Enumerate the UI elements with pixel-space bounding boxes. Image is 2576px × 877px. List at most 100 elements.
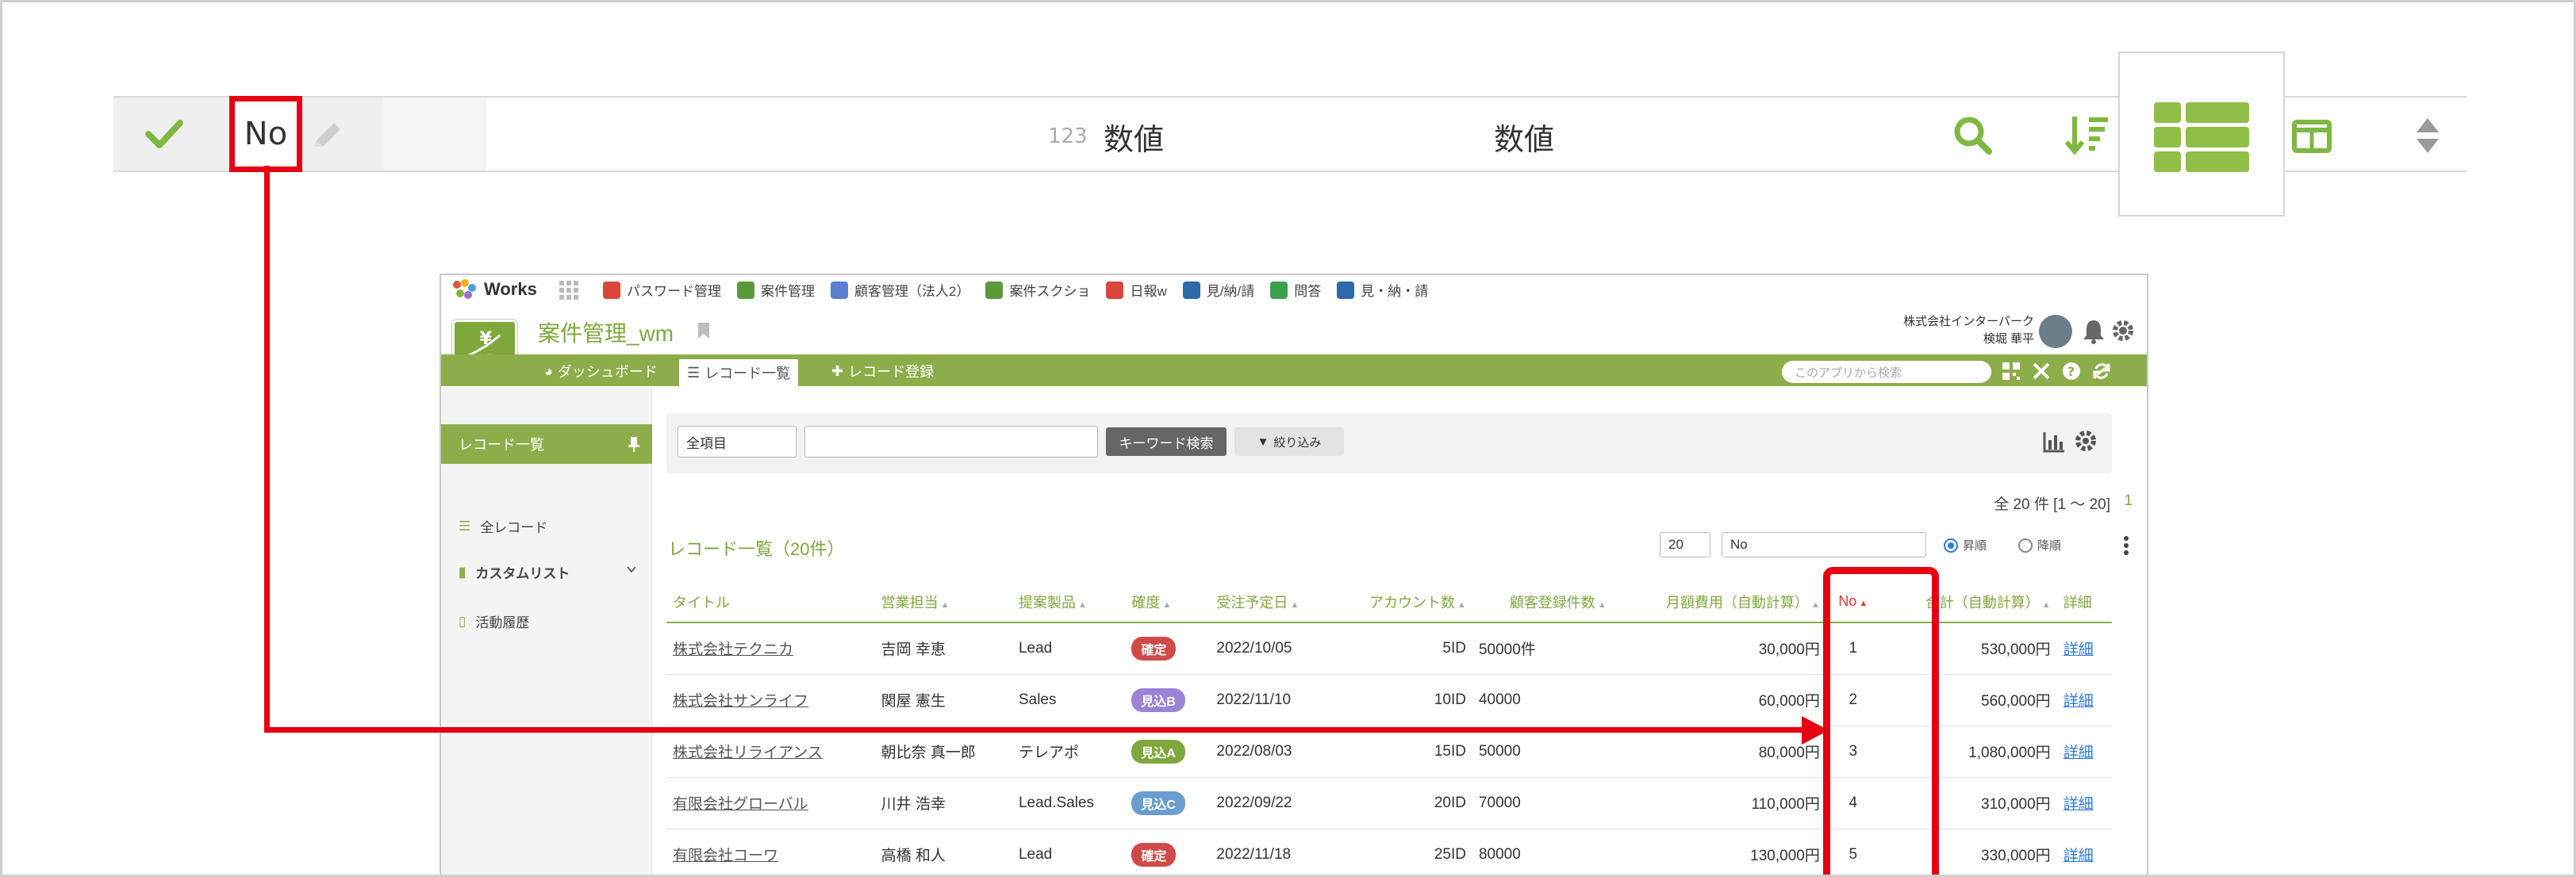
gear-icon[interactable] (2110, 318, 2136, 343)
column-header[interactable]: 月額費用（自動計算） ▲ (1612, 581, 1826, 623)
column-header[interactable]: タイトル (666, 581, 875, 623)
help-icon[interactable]: ? (2061, 361, 2082, 381)
works-logo-text: Works (484, 279, 537, 299)
app-tab-label: 問答 (1294, 284, 1322, 299)
app-tab-label: 案件スクショ (1009, 284, 1091, 299)
chart-icon[interactable] (2042, 431, 2066, 453)
column-header[interactable]: 受注予定日 ▲ (1210, 581, 1333, 623)
highlight-connector-horizontal (264, 727, 1805, 733)
bell-icon[interactable] (2082, 318, 2106, 345)
column-layout-icon[interactable] (2292, 120, 2332, 153)
keyword-search-button[interactable]: キーワード検索 (1106, 427, 1227, 456)
cell-detail[interactable]: 詳細 (2056, 777, 2112, 829)
chevron-down-icon[interactable] (626, 564, 637, 575)
cell-accounts: 20ID (1332, 777, 1472, 829)
sort-descending-icon[interactable] (2063, 112, 2111, 158)
cell-product: テレアポ (1012, 726, 1126, 778)
document-icon: ▮ (459, 564, 466, 580)
column-header-label: 顧客登録件数 (1509, 594, 1595, 611)
column-header[interactable]: 顧客登録件数 ▲ (1472, 581, 1613, 623)
field-select[interactable]: 全項目 (678, 426, 797, 458)
check-icon[interactable] (142, 112, 186, 156)
sync-icon[interactable] (2091, 361, 2112, 381)
sidebar-item-history[interactable]: ▯ 活動履歴 (459, 611, 529, 631)
app-tab-icon (1106, 281, 1124, 299)
cell-product: Lead (1012, 622, 1126, 675)
page-number[interactable]: 1 (2124, 492, 2133, 510)
bookmark-icon[interactable] (697, 321, 711, 340)
cell-detail[interactable]: 詳細 (2056, 674, 2112, 726)
cell-accounts: 10ID (1332, 674, 1472, 726)
app-tab[interactable]: パスワード管理 (603, 280, 721, 300)
gear-icon[interactable] (2074, 429, 2098, 453)
column-header-label: 合計（自動計算） (1925, 594, 2040, 611)
qr-code-icon[interactable] (2001, 361, 2021, 381)
column-header[interactable]: 詳細 (2056, 581, 2112, 623)
user-name: 検堀 華平 (1983, 332, 2034, 346)
app-tab[interactable]: 日報w (1106, 280, 1167, 300)
app-tab[interactable]: 見・納・請 (1337, 280, 1428, 300)
keyword-input[interactable] (804, 426, 1098, 458)
app-tab[interactable]: 問答 (1270, 280, 1321, 300)
app-tab[interactable]: 案件管理 (737, 280, 815, 300)
status-badge: 見込B (1131, 687, 1185, 712)
field-name-no[interactable]: No (229, 96, 302, 172)
sidebar-item-custom-list[interactable]: ▮ カスタムリスト (459, 562, 570, 582)
works-logo: Works (451, 278, 537, 301)
cell-detail[interactable]: 詳細 (2056, 829, 2112, 875)
cell-rep: 吉岡 幸恵 (874, 622, 1012, 675)
app-tab-label: 見/納/請 (1206, 284, 1255, 299)
sort-arrow-icon: ▲ (938, 599, 950, 610)
app-tab[interactable]: 見/納/請 (1182, 280, 1255, 300)
pin-icon[interactable] (627, 435, 641, 453)
more-menu-icon[interactable] (2123, 535, 2129, 556)
column-header[interactable]: 営業担当 ▲ (874, 581, 1012, 623)
nav-dashboard-label: ダッシュボード (557, 364, 658, 380)
cell-rep: 川井 浩幸 (874, 777, 1012, 829)
sort-field-select[interactable]: No (1722, 532, 1926, 557)
app-search-input[interactable]: このアプリから検索 (1782, 361, 1991, 383)
cell-monthly: 30,000円 (1612, 622, 1826, 675)
app-tab[interactable]: 案件スクショ (985, 280, 1090, 300)
column-header-label: 受注予定日 (1216, 594, 1288, 611)
app-tab-icon (1337, 281, 1355, 299)
sidebar-item-all-records[interactable]: ☰ 全レコード (459, 516, 547, 536)
cell-product: Sales (1012, 674, 1126, 726)
nav-record-list[interactable]: ☰ レコード一覧 (679, 359, 799, 386)
app-tab[interactable]: 顧客管理（法人2） (831, 280, 969, 300)
app-grid-icon[interactable] (559, 280, 579, 301)
nav-record-list-label: レコード一覧 (704, 366, 791, 381)
app-tab-icon (737, 281, 754, 299)
sort-descending-radio[interactable]: 降順 (2018, 537, 2061, 553)
column-header[interactable]: 提案製品 ▲ (1012, 581, 1126, 623)
sidebar-header[interactable]: レコード一覧 (441, 424, 652, 464)
cell-detail[interactable]: 詳細 (2056, 726, 2112, 778)
sort-ascending-radio[interactable]: 昇順 (1944, 537, 1987, 553)
cell-title[interactable]: 株式会社サンライフ (666, 674, 875, 726)
column-header[interactable]: 確度 ▲ (1125, 581, 1211, 623)
cell-title[interactable]: 有限会社グローバル (666, 777, 875, 829)
cell-title[interactable]: 株式会社リライアンス (666, 726, 875, 778)
tools-icon[interactable] (2031, 361, 2052, 381)
filter-button[interactable]: ▼ 絞り込み (1234, 427, 1344, 456)
sidebar-header-label: レコード一覧 (459, 437, 544, 453)
field-type-label: 数値 (1104, 122, 1165, 157)
list-view-icon[interactable] (2152, 101, 2251, 174)
search-panel: 全項目 キーワード検索 ▼ 絞り込み (666, 413, 2112, 473)
cell-customers: 50000件 (1472, 622, 1613, 675)
reorder-icon[interactable] (2414, 117, 2441, 155)
per-page-select[interactable]: 20 (1660, 532, 1710, 557)
cell-title[interactable]: 株式会社テクニカ (666, 622, 875, 675)
nav-dashboard[interactable]: ◕ ダッシュボード (536, 359, 666, 383)
cell-detail[interactable]: 詳細 (2056, 622, 2112, 675)
cell-status: 確定 (1125, 622, 1211, 675)
search-icon[interactable] (1951, 113, 1995, 158)
avatar[interactable] (2039, 315, 2072, 348)
app-switcher-bar: Works パスワード管理 案件管理 顧客管理（法人2） 案件スクショ 日報w 見/納/請… (441, 275, 2147, 305)
cell-title[interactable]: 有限会社コーワ (666, 829, 875, 875)
nav-record-add[interactable]: ✚ レコード登録 (823, 359, 942, 383)
cell-status: 見込C (1125, 777, 1211, 829)
column-header[interactable]: アカウント数 ▲ (1332, 581, 1472, 623)
cell-monthly: 110,000円 (1612, 777, 1826, 829)
pencil-icon[interactable] (307, 115, 348, 156)
